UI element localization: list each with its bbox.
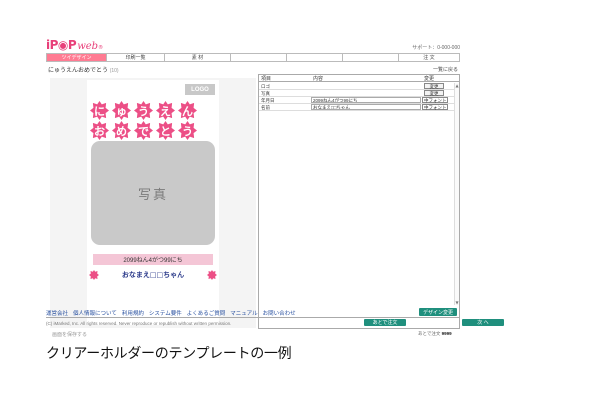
figure-caption: クリアーホルダーのテンプレートの一例	[46, 346, 292, 362]
header-change: 変更	[424, 76, 435, 82]
edit-row-logo: ロゴ 変更	[259, 83, 455, 90]
tab-empty-1[interactable]	[231, 54, 287, 61]
save-image-link[interactable]: 画面を保存する	[52, 331, 87, 338]
edit-row-date: 年月日 2099ねん4がつ99にち 中フォント	[259, 97, 455, 104]
row-key: 名前	[261, 105, 270, 110]
tab-design[interactable]: ツイデザイン	[47, 54, 107, 61]
logo-placeholder[interactable]: LOGO	[185, 84, 215, 95]
title-row-1: に ゅ う え ん	[89, 100, 198, 121]
name-text: おなまえ□□ちゃん	[121, 271, 185, 279]
logo-sub-text: web	[77, 41, 99, 52]
footer-link-company[interactable]: 運営会社	[46, 309, 68, 317]
photo-label: 写真	[137, 187, 168, 203]
flower-letter: ゅ	[111, 100, 132, 121]
edit-panel: 項目 内容 変更 ロゴ 変更 写真 変更 年月日 2099ねん4がつ99にち 中…	[258, 74, 460, 329]
date-ribbon[interactable]: 2099ねん4がつ99にち	[93, 254, 213, 265]
flower-letter: に	[89, 100, 110, 121]
breadcrumb-count: (10)	[109, 68, 119, 74]
edit-row-name: 名前 おなまえ□□ちゃん 中フォント	[259, 104, 455, 111]
flower-icon	[89, 270, 99, 280]
support-phone: サポート：0-000-000	[412, 45, 460, 51]
order-later-button[interactable]: あとで注文	[364, 319, 406, 326]
flower-letter: え	[155, 100, 176, 121]
footer-link-contact[interactable]: お問い合わせ	[263, 309, 296, 317]
edit-row-photo: 写真 変更	[259, 90, 455, 97]
tab-empty-3[interactable]	[343, 54, 399, 61]
footer-link-system[interactable]: システム要件	[149, 309, 182, 317]
quantity-display: あとで注文 9999	[418, 331, 452, 337]
quantity-label: あとで注文	[418, 331, 441, 336]
date-font-select[interactable]: 中フォント	[422, 97, 448, 103]
footer-link-faq[interactable]: よくあるご質問	[187, 309, 226, 317]
design-preview: LOGO に ゅ う え ん お め で と う 写真 2099ねん4がつ99に…	[50, 78, 256, 328]
next-button[interactable]: 次 へ	[462, 319, 504, 326]
footer-link-privacy[interactable]: 個人情報について	[73, 309, 117, 317]
footer-link-manual[interactable]: マニュアル	[230, 309, 257, 317]
edit-table-header: 項目 内容 変更	[259, 75, 459, 82]
back-to-list-link[interactable]: 一覧に戻る	[433, 66, 458, 73]
logo-main-text: iP◉P	[46, 38, 77, 52]
footer-links: 運営会社 個人情報について 利用規約 システム要件 よくあるご質問 マニュアル …	[46, 309, 460, 318]
flower-letter: う	[177, 120, 198, 141]
tab-materials[interactable]: 素 材	[165, 54, 231, 61]
edit-panel-scrollbar[interactable]: ▲ ▼	[454, 83, 459, 305]
header-item: 項目	[261, 76, 272, 82]
name-font-select[interactable]: 中フォント	[422, 104, 448, 110]
app-frame: iP◉P web ® サポート：0-000-000 ツイデザイン 印刷一覧 素 …	[46, 38, 504, 338]
flower-letter: お	[89, 120, 110, 141]
logo-registered: ®	[98, 45, 104, 51]
footer-link-terms[interactable]: 利用規約	[122, 309, 144, 317]
quantity-value: 9999	[441, 331, 452, 336]
date-text: 2099ねん4がつ99にち	[123, 258, 183, 264]
date-input[interactable]: 2099ねん4がつ99にち	[311, 97, 421, 103]
title-row-2: お め で と う	[89, 120, 198, 141]
flower-letter: で	[133, 120, 154, 141]
breadcrumb: にゅうえんおめでとう (10)	[48, 65, 119, 74]
name-row[interactable]: おなまえ□□ちゃん	[89, 268, 217, 282]
copyright: (C) iMarked, Inc. All rights reserved. N…	[46, 321, 232, 326]
breadcrumb-title: にゅうえんおめでとう	[48, 68, 109, 74]
header-content: 内容	[313, 76, 324, 82]
flower-letter: ん	[177, 100, 198, 121]
name-input[interactable]: おなまえ□□ちゃん	[311, 104, 421, 110]
tab-print-list[interactable]: 印刷一覧	[107, 54, 165, 61]
ipop-web-logo[interactable]: iP◉P web ®	[46, 38, 103, 52]
template-card[interactable]: LOGO に ゅ う え ん お め で と う 写真 2099ねん4がつ99に…	[87, 80, 219, 325]
flower-letter: め	[111, 120, 132, 141]
scroll-up-icon[interactable]: ▲	[455, 83, 459, 88]
change-photo-button[interactable]: 変更	[424, 90, 444, 96]
flower-letter: う	[133, 100, 154, 121]
change-logo-button[interactable]: 変更	[424, 83, 444, 89]
photo-placeholder[interactable]: 写真	[91, 141, 215, 245]
flower-icon	[206, 270, 217, 280]
tab-empty-2[interactable]	[287, 54, 343, 61]
scroll-down-icon[interactable]: ▼	[455, 300, 459, 305]
tab-order[interactable]: 注 文	[399, 54, 459, 61]
main-tabs: ツイデザイン 印刷一覧 素 材 注 文	[46, 53, 460, 62]
flower-letter: と	[155, 120, 176, 141]
